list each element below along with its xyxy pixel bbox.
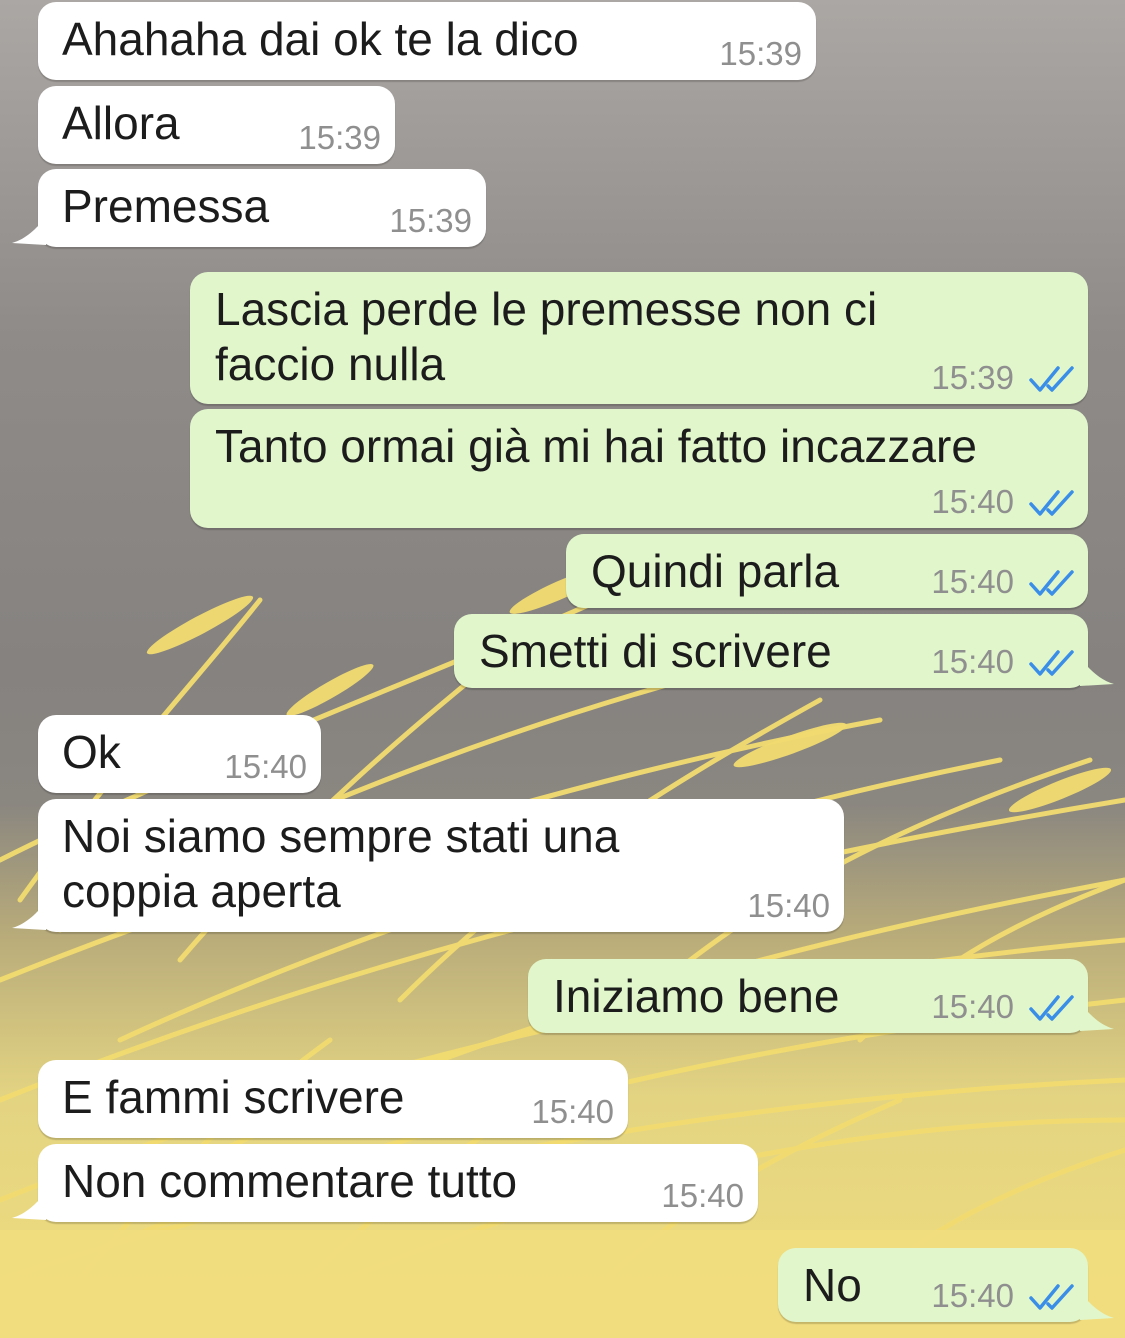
message-text: Quindi parla: [591, 545, 840, 597]
message-text: Iniziamo bene: [553, 970, 840, 1022]
incoming-message[interactable]: Ahahaha dai ok te la dico 15:39: [38, 2, 816, 80]
read-double-check-icon: [1029, 490, 1074, 516]
outgoing-message[interactable]: Iniziamo bene 15:40: [528, 959, 1114, 1033]
read-double-check-icon: [1029, 570, 1074, 596]
bubble-tail: [12, 1192, 46, 1220]
message-time: 15:40: [747, 887, 830, 924]
incoming-message[interactable]: Premessa 15:39: [12, 169, 486, 247]
message-time: 15:40: [931, 988, 1014, 1025]
read-double-check-icon: [1029, 995, 1074, 1021]
bubble-tail: [1080, 1292, 1114, 1320]
message-text: No: [803, 1259, 862, 1311]
outgoing-message[interactable]: Quindi parla 15:40: [566, 534, 1088, 608]
message-text: Non commentare tutto: [62, 1155, 518, 1207]
outgoing-message[interactable]: Smetti di scrivere 15:40: [454, 614, 1114, 688]
incoming-message[interactable]: E fammi scrivere 15:40: [38, 1060, 628, 1138]
incoming-message[interactable]: Allora 15:39: [38, 86, 395, 164]
message-text: Lascia perde le premesse non ci faccio n…: [215, 283, 878, 390]
message-text: Ahahaha dai ok te la dico: [62, 13, 579, 65]
message-time: 15:40: [931, 563, 1014, 600]
bubble-tail: [12, 902, 46, 930]
message-text: E fammi scrivere: [62, 1071, 405, 1123]
bubble-tail: [12, 217, 46, 245]
incoming-message[interactable]: Ok 15:40: [38, 715, 321, 793]
outgoing-message[interactable]: Tanto ormai già mi hai fatto incazzare 1…: [190, 409, 1088, 528]
message-time: 15:39: [298, 119, 381, 156]
message-time: 15:39: [719, 35, 802, 72]
outgoing-message[interactable]: No 15:40: [778, 1248, 1114, 1322]
read-double-check-icon: [1029, 366, 1074, 392]
message-text: Allora: [62, 97, 180, 149]
message-text: Tanto ormai già mi hai fatto incazzare: [215, 420, 977, 472]
message-time: 15:40: [224, 748, 307, 785]
bubble-tail: [1080, 658, 1114, 686]
incoming-message[interactable]: Non commentare tutto 15:40: [12, 1144, 758, 1222]
message-time: 15:40: [531, 1093, 614, 1130]
incoming-message[interactable]: Noi siamo sempre stati una coppia aperta…: [12, 799, 844, 932]
message-time: 15:40: [931, 643, 1014, 680]
outgoing-message[interactable]: Lascia perde le premesse non ci faccio n…: [190, 272, 1088, 404]
message-text: Smetti di scrivere: [479, 625, 832, 677]
read-double-check-icon: [1029, 650, 1074, 676]
bubble-tail: [1080, 1003, 1114, 1031]
message-text: Premessa: [62, 180, 270, 232]
read-double-check-icon: [1029, 1284, 1074, 1310]
message-time: 15:39: [389, 202, 472, 239]
message-time: 15:40: [931, 483, 1014, 520]
message-time: 15:39: [931, 359, 1014, 396]
message-text: Noi siamo sempre stati una coppia aperta: [62, 810, 620, 917]
message-text: Ok: [62, 726, 121, 778]
message-time: 15:40: [931, 1277, 1014, 1314]
message-time: 15:40: [661, 1177, 744, 1214]
